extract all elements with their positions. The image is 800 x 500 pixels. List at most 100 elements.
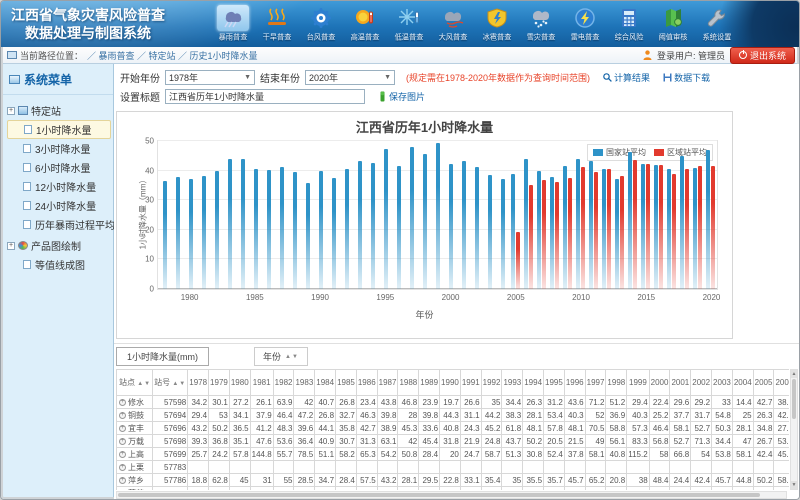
- bar-国家站平均-2003[interactable]: [488, 175, 492, 289]
- sort-arrows-icon[interactable]: ▲▼: [285, 354, 299, 360]
- hscroll-thumb[interactable]: [118, 493, 760, 497]
- bar-国家站平均-2005[interactable]: [511, 174, 515, 289]
- bar-国家站平均-1991[interactable]: [332, 178, 336, 289]
- bar-国家站平均-1984[interactable]: [241, 159, 245, 289]
- bar-国家站平均-2017[interactable]: [667, 169, 671, 289]
- station-name-cell[interactable]: +修水: [117, 396, 153, 409]
- toolbar-item-snow[interactable]: 雪灾普查: [519, 3, 563, 43]
- column-header-year-1998[interactable]: 1998: [606, 370, 627, 396]
- breadcrumb[interactable]: ／ 暴雨普查 ／ 特定站 ／ 历史1小时降水量: [87, 49, 258, 62]
- column-header-year-1992[interactable]: 1992: [481, 370, 502, 396]
- column-header-year-1988[interactable]: 1988: [398, 370, 419, 396]
- table-scroll-container[interactable]: 站点 ▲▼站号 ▲▼197819791980198119821983198419…: [116, 369, 789, 490]
- save-image-button[interactable]: 保存图片: [378, 90, 425, 103]
- bar-区域站平均-2009[interactable]: [568, 178, 572, 289]
- vertical-scrollbar[interactable]: ▲ ▼: [790, 369, 798, 490]
- station-name-cell[interactable]: +莲花: [117, 487, 153, 491]
- bar-国家站平均-2019[interactable]: [693, 168, 697, 289]
- column-header-year-1980[interactable]: 1980: [229, 370, 250, 396]
- bar-国家站平均-1993[interactable]: [358, 161, 362, 289]
- expand-icon[interactable]: +: [7, 107, 15, 115]
- column-header-year-1983[interactable]: 1983: [294, 370, 315, 396]
- toolbar-item-typhoon[interactable]: 台风普查: [299, 3, 343, 43]
- column-header-year-1990[interactable]: 1990: [440, 370, 461, 396]
- sidebar-item-1小时降水量[interactable]: 1小时降水量: [7, 120, 111, 139]
- column-header-year-1982[interactable]: 1982: [273, 370, 294, 396]
- bar-国家站平均-2008[interactable]: [550, 177, 554, 289]
- expand-row-icon[interactable]: +: [119, 412, 126, 419]
- toolbar-item-hail[interactable]: 冰雹普查: [475, 3, 519, 43]
- column-header-year-1984[interactable]: 1984: [315, 370, 336, 396]
- bar-国家站平均-2012[interactable]: [602, 169, 606, 289]
- bar-区域站平均-2014[interactable]: [633, 160, 637, 289]
- tree-group-1[interactable]: +产品图绘制: [7, 236, 111, 255]
- bar-区域站平均-2016[interactable]: [659, 165, 663, 289]
- bar-国家站平均-1981[interactable]: [202, 176, 206, 289]
- bar-区域站平均-2020[interactable]: [711, 166, 715, 289]
- toolbar-item-high-temp[interactable]: 高温普查: [343, 3, 387, 43]
- column-header-year-1997[interactable]: 1997: [585, 370, 606, 396]
- bar-国家站平均-1996[interactable]: [397, 166, 401, 289]
- bar-国家站平均-1999[interactable]: [436, 143, 440, 289]
- horizontal-scrollbar[interactable]: [116, 491, 787, 499]
- bar-国家站平均-1988[interactable]: [293, 172, 297, 290]
- sidebar-item-历年暴雨过程平均雨量[interactable]: 历年暴雨过程平均雨量: [7, 215, 111, 234]
- column-header-year-2002[interactable]: 2002: [691, 370, 712, 396]
- bar-国家站平均-1990[interactable]: [319, 171, 323, 289]
- station-name-cell[interactable]: +上栗: [117, 461, 153, 474]
- column-header-year-2001[interactable]: 2001: [670, 370, 691, 396]
- toolbar-item-settings[interactable]: 系统设置: [695, 3, 739, 43]
- expand-row-icon[interactable]: +: [119, 477, 126, 484]
- bar-国家站平均-2010[interactable]: [576, 159, 580, 289]
- bar-国家站平均-1985[interactable]: [254, 169, 258, 289]
- column-header-year-1991[interactable]: 1991: [460, 370, 481, 396]
- bar-国家站平均-1997[interactable]: [410, 147, 414, 289]
- vscroll-thumb[interactable]: [792, 379, 796, 419]
- bar-区域站平均-2013[interactable]: [620, 176, 624, 289]
- sidebar-item-等值线成图[interactable]: 等值线成图: [7, 255, 111, 274]
- toolbar-item-drought[interactable]: 干旱普查: [255, 3, 299, 43]
- bar-国家站平均-2013[interactable]: [615, 179, 619, 289]
- expand-row-icon[interactable]: +: [119, 438, 126, 445]
- column-header-year-1995[interactable]: 1995: [544, 370, 565, 396]
- download-button[interactable]: 数据下载: [663, 71, 710, 84]
- expand-icon[interactable]: +: [7, 242, 15, 250]
- bar-国家站平均-1995[interactable]: [384, 149, 388, 289]
- bar-区域站平均-2007[interactable]: [542, 180, 546, 289]
- bar-国家站平均-1994[interactable]: [371, 163, 375, 289]
- scroll-down-arrow-icon[interactable]: ▼: [791, 481, 797, 489]
- bar-国家站平均-2011[interactable]: [589, 161, 593, 289]
- bar-国家站平均-2009[interactable]: [563, 166, 567, 289]
- bar-国家站平均-2006[interactable]: [524, 159, 528, 289]
- bar-区域站平均-2012[interactable]: [607, 169, 611, 289]
- scroll-up-arrow-icon[interactable]: ▲: [791, 370, 797, 378]
- bar-国家站平均-1992[interactable]: [345, 169, 349, 289]
- column-header-year-1987[interactable]: 1987: [377, 370, 398, 396]
- column-header-station-id[interactable]: 站号 ▲▼: [153, 370, 188, 396]
- column-header-year-1999[interactable]: 1999: [627, 370, 649, 396]
- column-header-year-1985[interactable]: 1985: [336, 370, 357, 396]
- station-name-cell[interactable]: +上高: [117, 448, 153, 461]
- bar-国家站平均-2015[interactable]: [641, 164, 645, 289]
- expand-row-icon[interactable]: +: [119, 425, 126, 432]
- expand-row-icon[interactable]: +: [119, 451, 126, 458]
- column-header-year-2003[interactable]: 2003: [712, 370, 733, 396]
- bar-国家站平均-2016[interactable]: [654, 165, 658, 289]
- station-name-cell[interactable]: +萍乡: [117, 474, 153, 487]
- column-header-year-1979[interactable]: 1979: [209, 370, 230, 396]
- sidebar-item-24小时降水量[interactable]: 24小时降水量: [7, 196, 111, 215]
- bar-区域站平均-2005[interactable]: [516, 232, 520, 289]
- station-name-cell[interactable]: +宜丰: [117, 422, 153, 435]
- expand-row-icon[interactable]: +: [119, 399, 126, 406]
- column-header-year-1978[interactable]: 1978: [188, 370, 209, 396]
- bar-国家站平均-2002[interactable]: [475, 167, 479, 289]
- bar-国家站平均-1989[interactable]: [306, 183, 310, 289]
- column-header-year-1996[interactable]: 1996: [564, 370, 585, 396]
- toolbar-item-gale[interactable]: 大风普查: [431, 3, 475, 43]
- column-header-year-1986[interactable]: 1986: [356, 370, 377, 396]
- bar-国家站平均-2007[interactable]: [537, 171, 541, 289]
- exit-system-button[interactable]: 退出系统: [730, 47, 795, 64]
- bar-区域站平均-2015[interactable]: [646, 164, 650, 289]
- station-name-cell[interactable]: +万载: [117, 435, 153, 448]
- toolbar-item-low-temp[interactable]: 低温普查: [387, 3, 431, 43]
